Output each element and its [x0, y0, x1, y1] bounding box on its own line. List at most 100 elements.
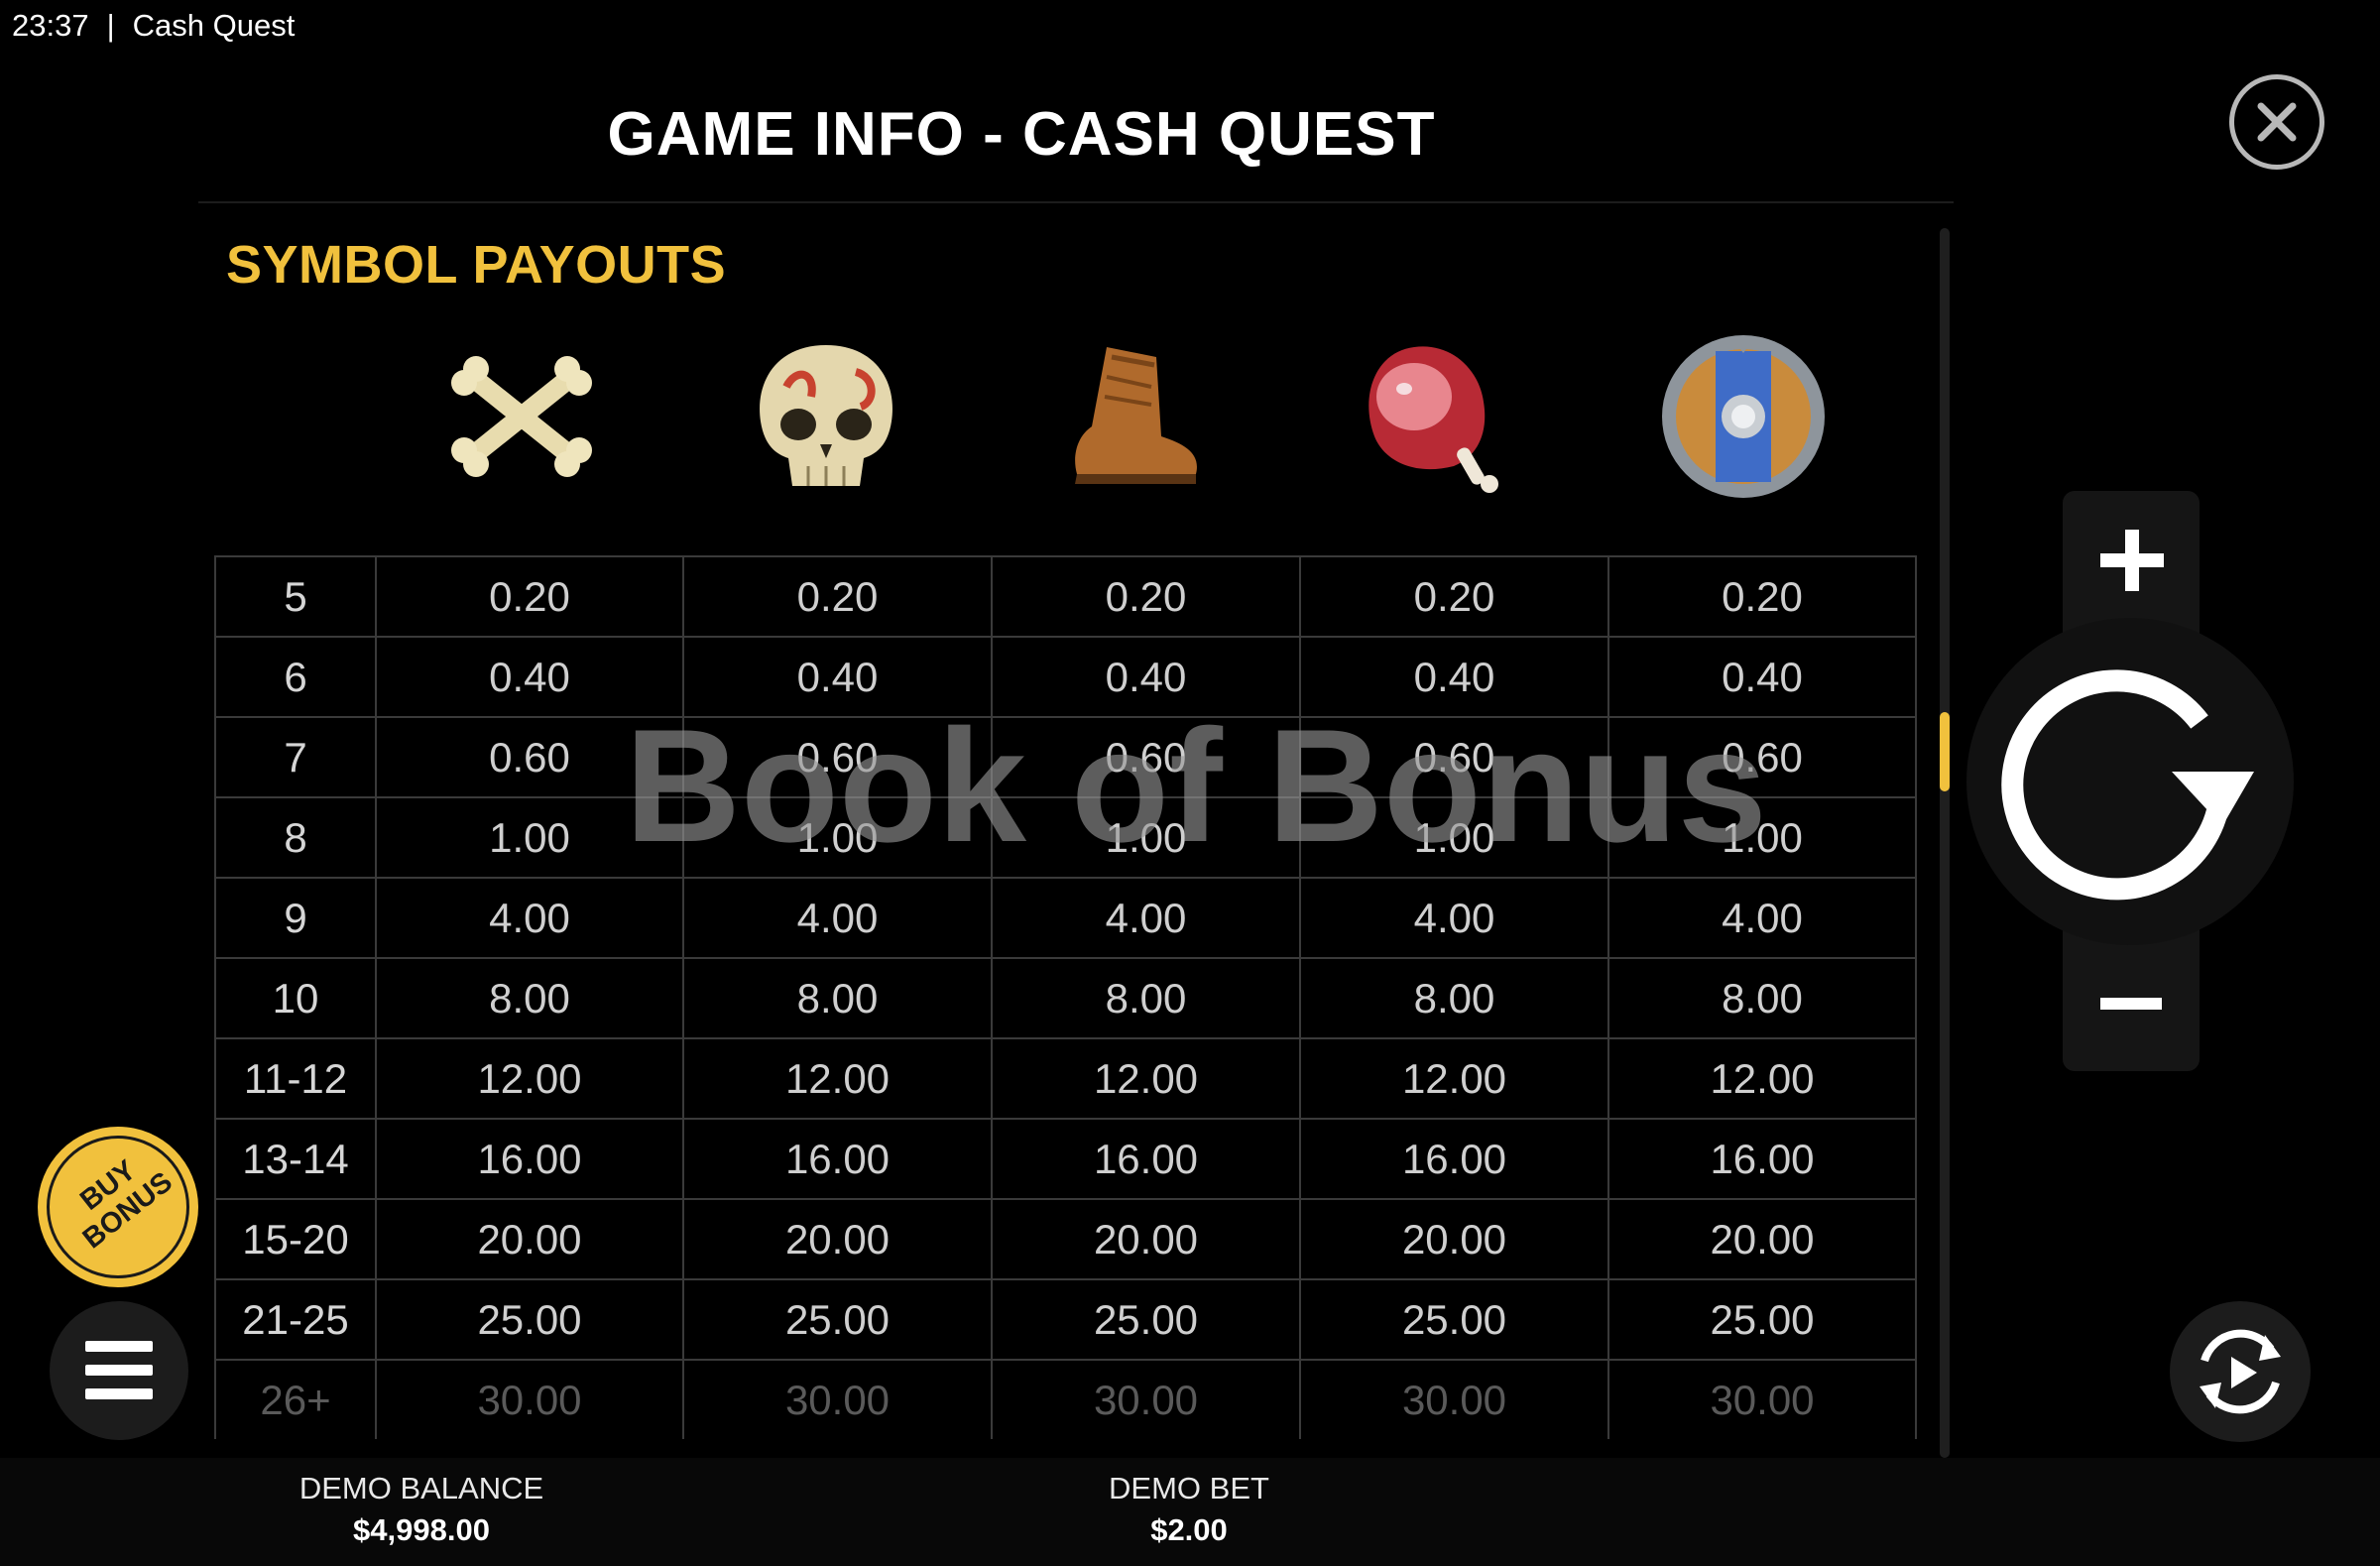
payout-cell: 4.00	[375, 877, 684, 959]
payout-cell: 1.00	[682, 796, 993, 879]
payout-cell: 30.00	[991, 1359, 1301, 1439]
symbol-header-row	[214, 327, 1915, 516]
payout-cell: 0.40	[375, 636, 684, 718]
payout-cell: 0.20	[1607, 555, 1917, 638]
payout-cell: 0.40	[1607, 636, 1917, 718]
close-button[interactable]	[2229, 74, 2324, 170]
spin-button[interactable]	[1966, 618, 2294, 945]
symbol-count-cell: 21-25	[214, 1278, 377, 1361]
payout-cell: 25.00	[991, 1278, 1301, 1361]
payout-cell: 4.00	[991, 877, 1301, 959]
payout-cell: 0.40	[1299, 636, 1609, 718]
table-row: 9 4.00 4.00 4.00 4.00 4.00	[214, 877, 1917, 959]
menu-button[interactable]	[50, 1301, 188, 1440]
bet-display: DEMO BET $2.00	[991, 1471, 1387, 1548]
table-row: 21-25 25.00 25.00 25.00 25.00 25.00	[214, 1278, 1917, 1361]
payout-cell: 0.20	[991, 555, 1301, 638]
payout-cell: 16.00	[1299, 1118, 1609, 1200]
symbol-count-cell: 11-12	[214, 1037, 377, 1120]
table-row: 7 0.60 0.60 0.60 0.60 0.60	[214, 716, 1917, 798]
symbol-count-cell: 10	[214, 957, 377, 1039]
page-title: GAME INFO - CASH QUEST	[607, 100, 1436, 169]
increase-bet-button[interactable]	[2063, 506, 2200, 615]
payout-cell: 12.00	[375, 1037, 684, 1120]
payout-cell: 4.00	[1299, 877, 1609, 959]
payout-cell: 0.20	[682, 555, 993, 638]
bet-label: DEMO BET	[1109, 1471, 1269, 1506]
payout-cell: 30.00	[1607, 1359, 1917, 1439]
payout-cell: 20.00	[1607, 1198, 1917, 1280]
table-row: 15-20 20.00 20.00 20.00 20.00 20.00	[214, 1198, 1917, 1280]
buy-bonus-button[interactable]: BUY BONUS	[38, 1127, 198, 1287]
spin-arrow-icon	[2001, 669, 2254, 901]
section-title-symbol-payouts: SYMBOL PAYOUTS	[226, 235, 727, 295]
payout-cell: 8.00	[1607, 957, 1917, 1039]
autoplay-button[interactable]	[2170, 1301, 2311, 1442]
table-row: 6 0.40 0.40 0.40 0.40 0.40	[214, 636, 1917, 718]
payout-cell: 12.00	[1299, 1037, 1609, 1120]
payout-cell: 4.00	[1607, 877, 1917, 959]
payout-cell: 25.00	[375, 1278, 684, 1361]
payout-cell: 20.00	[991, 1198, 1301, 1280]
payout-cell: 8.00	[1299, 957, 1609, 1039]
payout-cell: 12.00	[1607, 1037, 1917, 1120]
title-divider	[198, 201, 1954, 203]
balance-display: DEMO BALANCE $4,998.00	[223, 1471, 620, 1548]
payout-cell: 12.00	[991, 1037, 1301, 1120]
autoplay-icon	[2200, 1329, 2281, 1414]
symbol-count-cell: 5	[214, 555, 377, 638]
payout-cell: 25.00	[682, 1278, 993, 1361]
payout-cell: 25.00	[1299, 1278, 1609, 1361]
table-row: 26+ 30.00 30.00 30.00 30.00 30.00	[214, 1359, 1917, 1439]
payout-cell: 1.00	[375, 796, 684, 879]
payout-cell: 0.60	[375, 716, 684, 798]
payout-cell: 0.60	[991, 716, 1301, 798]
ham-icon	[1345, 327, 1523, 506]
symbol-count-cell: 7	[214, 716, 377, 798]
scrollbar-thumb[interactable]	[1940, 712, 1950, 791]
paytable: 5 0.20 0.20 0.20 0.20 0.20 6 0.40 0.40 0.40 0.40 0.…	[214, 555, 1917, 1439]
table-row: 8 1.00 1.00 1.00 1.00 1.00	[214, 796, 1917, 879]
payout-cell: 1.00	[991, 796, 1301, 879]
payout-cell: 1.00	[1607, 796, 1917, 879]
symbol-count-cell: 26+	[214, 1359, 377, 1439]
hamburger-menu-icon	[85, 1341, 153, 1399]
balance-value: $4,998.00	[353, 1512, 490, 1547]
close-icon	[2257, 102, 2297, 142]
boot-icon	[1037, 327, 1216, 506]
symbol-count-cell: 8	[214, 796, 377, 879]
symbol-count-cell: 15-20	[214, 1198, 377, 1280]
bet-value: $2.00	[1150, 1512, 1228, 1547]
payout-cell: 20.00	[1299, 1198, 1609, 1280]
payout-cell: 16.00	[991, 1118, 1301, 1200]
scrollbar-track[interactable]	[1940, 228, 1950, 1458]
payout-cell: 0.20	[1299, 555, 1609, 638]
payout-cell: 8.00	[682, 957, 993, 1039]
symbol-count-cell: 9	[214, 877, 377, 959]
table-row: 11-12 12.00 12.00 12.00 12.00 12.00	[214, 1037, 1917, 1120]
table-row: 10 8.00 8.00 8.00 8.00 8.00	[214, 957, 1917, 1039]
payout-cell: 30.00	[682, 1359, 993, 1439]
shield-icon	[1654, 327, 1833, 506]
symbol-count-cell: 13-14	[214, 1118, 377, 1200]
payout-cell: 0.60	[682, 716, 993, 798]
payout-cell: 16.00	[1607, 1118, 1917, 1200]
payout-cell: 20.00	[375, 1198, 684, 1280]
payout-cell: 0.20	[375, 555, 684, 638]
payout-cell: 16.00	[682, 1118, 993, 1200]
minus-icon	[2100, 998, 2162, 1010]
payout-cell: 16.00	[375, 1118, 684, 1200]
symbol-count-cell: 6	[214, 636, 377, 718]
payout-cell: 1.00	[1299, 796, 1609, 879]
payout-cell: 4.00	[682, 877, 993, 959]
decrease-bet-button[interactable]	[2063, 950, 2200, 1059]
payout-cell: 0.40	[682, 636, 993, 718]
balance-label: DEMO BALANCE	[298, 1471, 544, 1506]
table-row: 13-14 16.00 16.00 16.00 16.00 16.00	[214, 1118, 1917, 1200]
table-row: 5 0.20 0.20 0.20 0.20 0.20	[214, 555, 1917, 638]
payout-cell: 30.00	[1299, 1359, 1609, 1439]
payout-cell: 20.00	[682, 1198, 993, 1280]
crossbones-icon	[432, 327, 611, 506]
payout-cell: 8.00	[991, 957, 1301, 1039]
payout-cell: 0.60	[1299, 716, 1609, 798]
